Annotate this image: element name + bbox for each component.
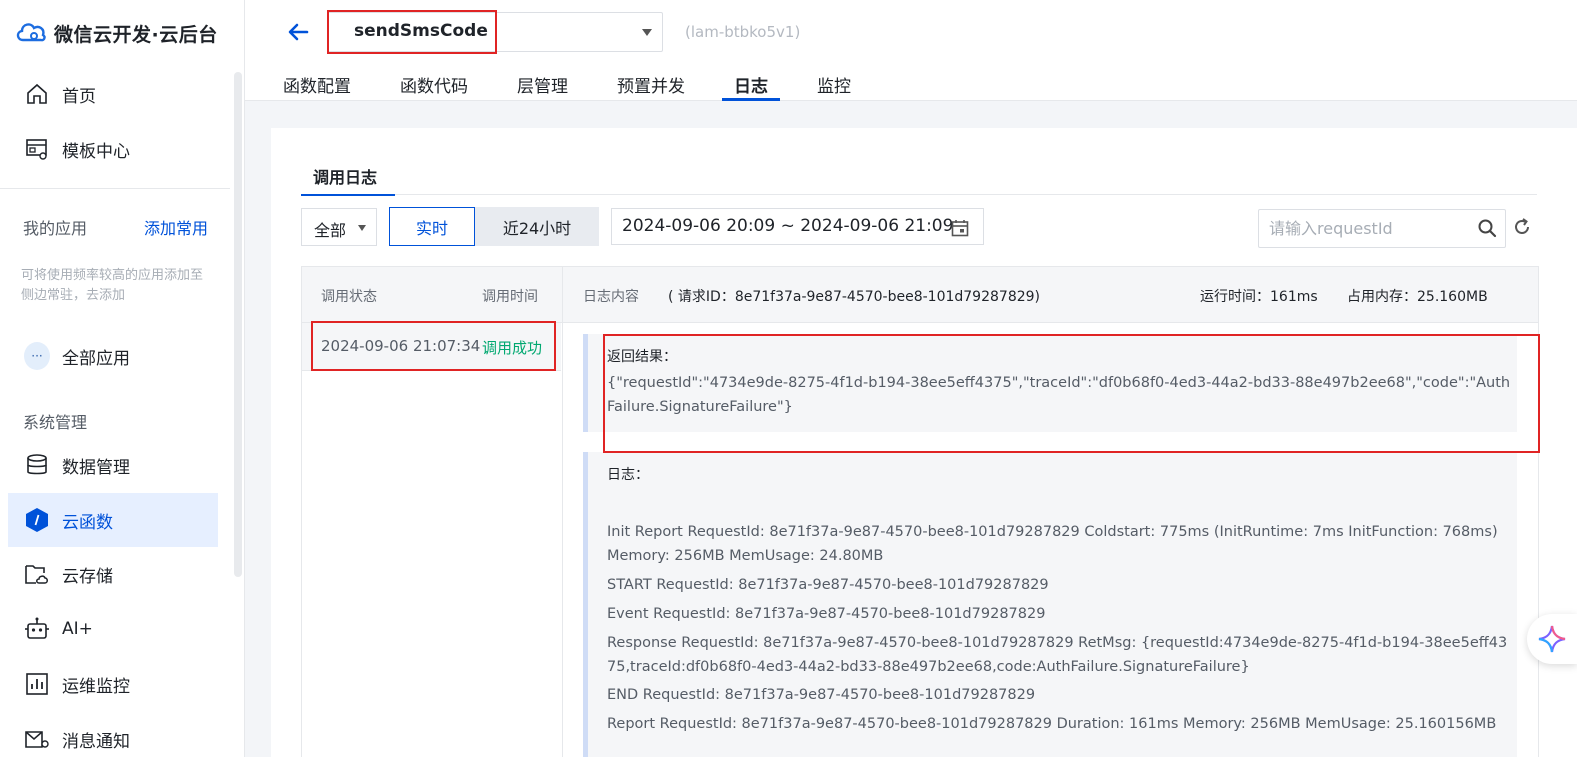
env-id: (lam-btbko5v1) (685, 23, 801, 41)
log-output-block: 日志： Init Report RequestId: 8e71f37a-9e87… (583, 452, 1517, 757)
function-tabs: 函数配置 函数代码 层管理 预置并发 日志 监控 (283, 72, 888, 101)
sidebar-scrollbar[interactable] (234, 72, 242, 577)
log-time: 2024-09-06 21:07:34 (321, 337, 481, 355)
sidebar-item-ai[interactable]: AI+ (8, 602, 218, 656)
message-icon (24, 726, 50, 752)
brand[interactable]: 微信云开发·云后台 (14, 18, 218, 48)
col-content-header: 日志内容 (583, 289, 639, 305)
sidebar-item-database[interactable]: 数据管理 (8, 438, 218, 492)
sidebar: 微信云开发·云后台 首页 模板中心 我的应用 添加常用 可将使用频率较高的应用添… (0, 0, 245, 757)
return-result-body: {"requestId":"4734e9de-8275-4f1d-b194-38… (607, 375, 1511, 415)
col-status-header: 调用状态 (321, 289, 377, 305)
sidebar-item-label: 云函数 (62, 512, 113, 533)
tab-layers[interactable]: 层管理 (505, 72, 580, 101)
system-label: 系统管理 (23, 413, 88, 432)
request-id-label: ( 请求ID：8e71f37a-9e87-4570-bee8-101d79287… (668, 289, 1040, 305)
highlight-box-function-name (327, 10, 497, 54)
robot-icon (24, 616, 50, 642)
date-range-value: 2024-09-06 20:09 ~ 2024-09-06 21:09 (622, 216, 954, 236)
request-id-search (1258, 209, 1506, 248)
database-icon (24, 452, 50, 478)
cloud-storage-icon (24, 561, 50, 587)
add-common-link[interactable]: 添加常用 (144, 215, 208, 239)
brand-title: 微信云开发·云后台 (54, 23, 218, 46)
log-table: 调用状态 调用时间 日志内容 ( 请求ID：8e71f37a-9e87-4570… (301, 266, 1539, 757)
function-header: sendSmsCode (lam-btbko5v1) 函数配置 函数代码 层管理… (245, 0, 1577, 101)
monitor-chart-icon (24, 671, 50, 697)
log-output-label: 日志： (607, 467, 649, 483)
log-status-badge: 调用成功 (482, 339, 543, 357)
time-mode-segment: 实时 近24小时 (389, 207, 599, 246)
last-24h-button[interactable]: 近24小时 (475, 207, 599, 246)
table-row[interactable]: 2024-09-06 21:07:34 调用成功 (302, 323, 561, 371)
sub-tab-bar: 调用日志 (301, 161, 1537, 196)
sidebar-item-message[interactable]: 消息通知 (8, 712, 218, 757)
log-panel: 调用日志 全部 实时 近24小时 2024-09-06 20:09 ~ 2024… (271, 128, 1577, 757)
return-result-block: 返回结果： {"requestId":"4734e9de-8275-4f1d-b… (583, 334, 1517, 432)
sidebar-item-cloud-storage[interactable]: 云存储 (8, 547, 218, 601)
sidebar-item-label: 运维监控 (62, 676, 130, 697)
date-range-picker[interactable]: 2024-09-06 20:09 ~ 2024-09-06 21:09 (611, 208, 984, 245)
calendar-icon (951, 219, 969, 242)
home-icon (24, 81, 50, 107)
sidebar-item-monitor[interactable]: 运维监控 (8, 657, 218, 711)
arrow-left-icon (288, 23, 309, 41)
assistant-float-button[interactable] (1527, 614, 1577, 664)
request-id-input[interactable] (1259, 210, 1469, 247)
log-line: END RequestId: 8e71f37a-9e87-4570-bee8-1… (607, 687, 1036, 703)
sidebar-item-home[interactable]: 首页 (8, 67, 218, 121)
cloud-function-icon (24, 507, 50, 533)
log-line: Report RequestId: 8e71f37a-9e87-4570-bee… (607, 716, 1497, 732)
assistant-star-icon (1538, 625, 1566, 653)
log-line: Response RequestId: 8e71f37a-9e87-4570-b… (607, 635, 1508, 675)
sidebar-item-cloud-function[interactable]: 云函数 (8, 493, 218, 547)
search-icon[interactable] (1477, 218, 1497, 242)
sidebar-item-template[interactable]: 模板中心 (8, 122, 218, 176)
chevron-down-icon (358, 225, 366, 231)
sidebar-item-label: 数据管理 (62, 457, 130, 478)
status-filter-value: 全部 (314, 221, 347, 240)
sidebar-item-label: 消息通知 (62, 731, 130, 752)
sidebar-item-label: 全部应用 (62, 348, 130, 369)
col-time-header: 调用时间 (482, 289, 538, 305)
chevron-down-icon (642, 29, 652, 36)
log-line: Event RequestId: 8e71f37a-9e87-4570-bee8… (607, 606, 1046, 622)
status-filter-select[interactable]: 全部 (301, 208, 377, 246)
cloud-logo-icon (14, 18, 48, 48)
sidebar-item-label: AI+ (62, 619, 93, 639)
log-line: START RequestId: 8e71f37a-9e87-4570-bee8… (607, 577, 1049, 593)
sidebar-item-all-apps[interactable]: ··· 全部应用 (8, 329, 218, 383)
realtime-button[interactable]: 实时 (389, 207, 475, 246)
sidebar-hint: 可将使用频率较高的应用添加至侧边常驻，去添加 (21, 268, 204, 303)
return-result-label: 返回结果： (607, 349, 677, 365)
tab-provisioned-concurrency[interactable]: 预置并发 (605, 72, 697, 101)
tab-logs[interactable]: 日志 (722, 72, 780, 101)
run-time: 运行时间：161ms (1200, 289, 1318, 305)
sidebar-divider (0, 188, 230, 189)
template-icon (24, 136, 50, 162)
back-button[interactable] (285, 18, 313, 46)
table-header: 调用状态 调用时间 日志内容 ( 请求ID：8e71f37a-9e87-4570… (302, 267, 1538, 323)
refresh-button[interactable] (1512, 217, 1532, 241)
my-apps-label: 我的应用 (23, 219, 88, 238)
column-divider (562, 267, 563, 757)
tab-invocation-logs[interactable]: 调用日志 (301, 161, 395, 196)
more-dots-icon: ··· (24, 342, 50, 370)
tab-monitor[interactable]: 监控 (805, 72, 863, 101)
log-line: Init Report RequestId: 8e71f37a-9e87-457… (607, 524, 1498, 564)
tab-config[interactable]: 函数配置 (283, 72, 363, 101)
tab-code[interactable]: 函数代码 (388, 72, 480, 101)
sidebar-item-label: 首页 (62, 86, 96, 107)
sidebar-item-label: 模板中心 (62, 141, 130, 162)
sidebar-item-label: 云存储 (62, 566, 113, 587)
memory-usage: 占用内存：25.160MB (1347, 289, 1488, 305)
refresh-icon (1515, 218, 1529, 234)
